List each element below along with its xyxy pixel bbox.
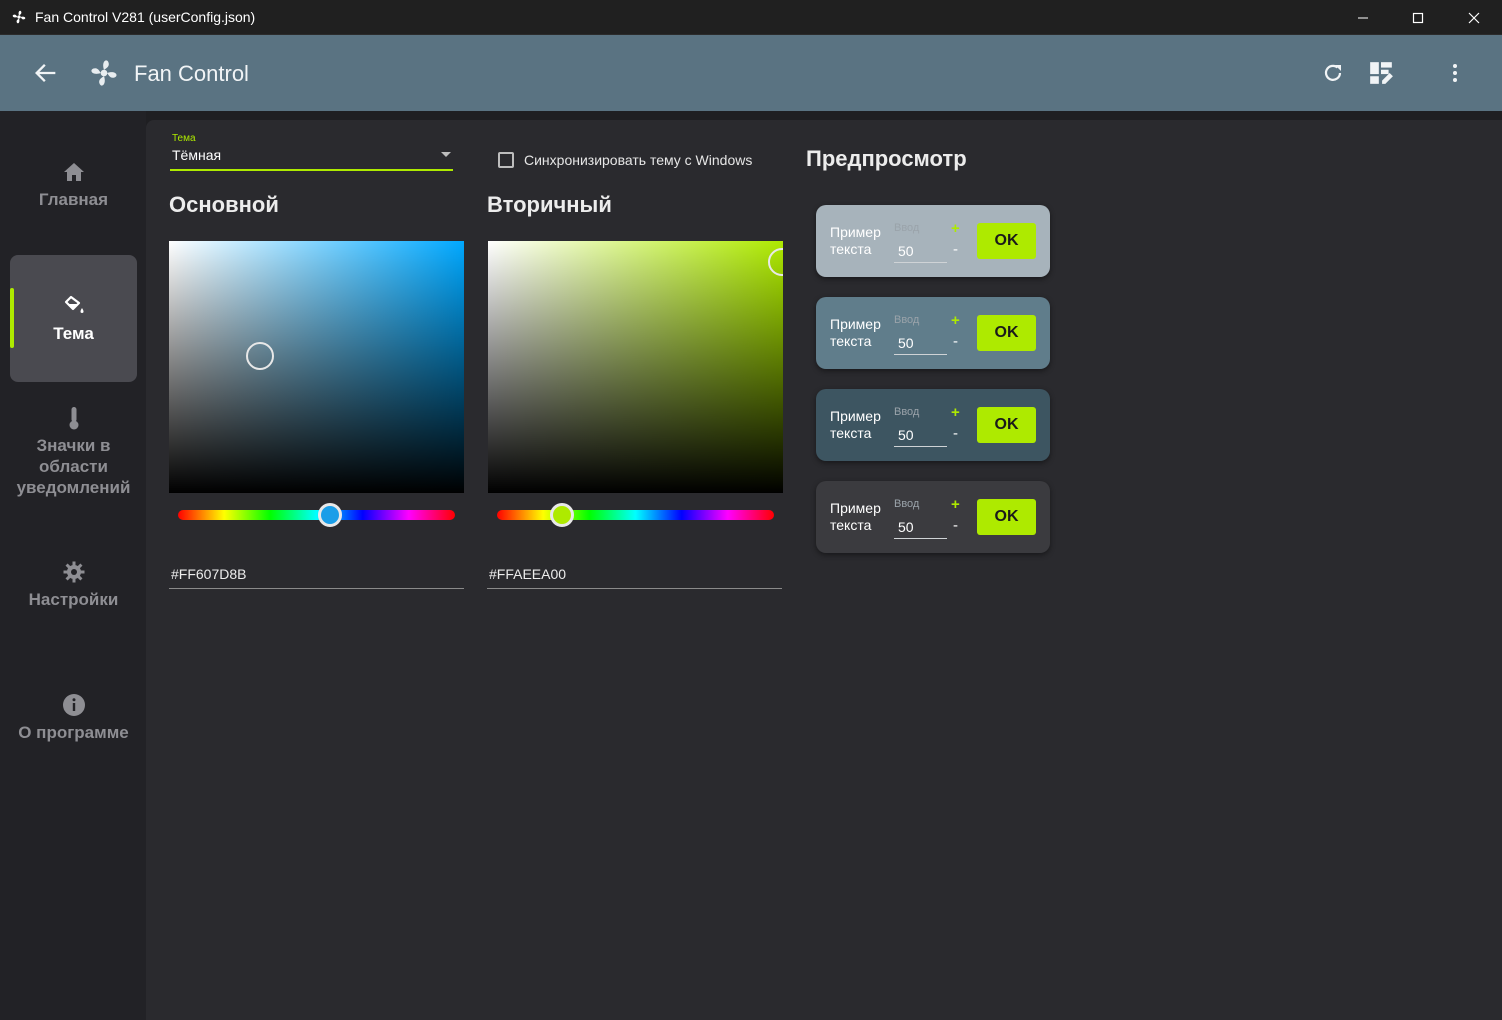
- increment-button[interactable]: +: [951, 496, 960, 513]
- primary-color-thumb[interactable]: [246, 342, 274, 370]
- preview-input-label: Ввод: [894, 406, 920, 418]
- sync-windows-theme-checkbox[interactable]: Синхронизировать тему с Windows: [498, 152, 752, 168]
- info-icon: [61, 692, 87, 718]
- sidebar-item-home[interactable]: Главная: [10, 159, 137, 219]
- primary-hue-slider[interactable]: [178, 510, 455, 520]
- edit-dashboard-button[interactable]: [1367, 59, 1395, 87]
- sidebar-item-label: Тема: [53, 324, 94, 343]
- maximize-icon: [1412, 12, 1424, 23]
- ok-button[interactable]: OK: [977, 223, 1036, 259]
- sidebar-item-label: Главная: [38, 190, 109, 209]
- close-button[interactable]: [1446, 0, 1502, 35]
- sync-windows-theme-label: Синхронизировать тему с Windows: [524, 152, 753, 168]
- preview-input[interactable]: 50: [894, 327, 947, 355]
- thermometer-icon: [61, 405, 87, 431]
- value-gradient: [169, 241, 464, 493]
- preview-input[interactable]: 50: [894, 419, 947, 447]
- minimize-icon: [1358, 17, 1368, 18]
- secondary-hue-thumb[interactable]: [550, 503, 574, 527]
- preview-input[interactable]: 50: [894, 511, 947, 539]
- sidebar: Главная Тема Значки в области уведомлени…: [0, 111, 146, 1020]
- primary-color-title: Основной: [169, 192, 279, 217]
- more-vert-icon: [1453, 64, 1457, 82]
- app-header: Fan Control: [0, 35, 1502, 111]
- preview-card: Пример текста Ввод 50 + - OK: [816, 205, 1050, 277]
- decrement-button[interactable]: -: [953, 241, 958, 258]
- window-title: Fan Control V281 (userConfig.json): [35, 9, 256, 25]
- refresh-icon: [1324, 64, 1342, 81]
- increment-button[interactable]: +: [951, 312, 960, 329]
- paint-bucket-icon: [61, 293, 87, 319]
- sidebar-item-theme[interactable]: Тема: [10, 255, 137, 382]
- decrement-button[interactable]: -: [953, 425, 958, 442]
- primary-hex-value: #FF607D8B: [171, 566, 247, 582]
- sidebar-item-label: Значки в области уведомлений: [16, 436, 131, 497]
- sidebar-item-label: О программе: [18, 723, 129, 742]
- preview-input-label: Ввод: [894, 314, 920, 326]
- ok-button[interactable]: OK: [977, 407, 1036, 443]
- sidebar-item-label: Настройки: [28, 590, 119, 609]
- secondary-hue-slider[interactable]: [497, 510, 774, 520]
- decrement-button[interactable]: -: [953, 517, 958, 534]
- sidebar-item-tray-icons[interactable]: Значки в области уведомлений: [10, 405, 137, 505]
- minimize-button[interactable]: [1335, 0, 1391, 35]
- primary-saturation-value-area[interactable]: [169, 241, 464, 493]
- preview-card: Пример текста Ввод 50 + - OK: [816, 389, 1050, 461]
- ok-button[interactable]: OK: [977, 499, 1036, 535]
- preview-sample-text: Пример текста: [830, 316, 881, 349]
- preview-input-label: Ввод: [894, 498, 920, 510]
- preview-title: Предпросмотр: [806, 146, 967, 171]
- primary-hue-thumb[interactable]: [318, 503, 342, 527]
- more-options-button[interactable]: [1441, 59, 1469, 87]
- decrement-button[interactable]: -: [953, 333, 958, 350]
- theme-dropdown-label: Тема: [172, 133, 196, 144]
- gear-icon: [61, 559, 87, 585]
- chevron-down-icon: [441, 152, 451, 157]
- preview-input[interactable]: 50: [894, 235, 947, 263]
- preview-sample-text: Пример текста: [830, 224, 881, 257]
- theme-dropdown-value: Тёмная: [172, 147, 222, 163]
- value-gradient: [488, 241, 783, 493]
- maximize-button[interactable]: [1390, 0, 1446, 35]
- preview-card: Пример текста Ввод 50 + - OK: [816, 297, 1050, 369]
- sidebar-item-about[interactable]: О программе: [10, 692, 137, 752]
- preview-card: Пример текста Ввод 50 + - OK: [816, 481, 1050, 553]
- sidebar-item-settings[interactable]: Настройки: [10, 559, 137, 619]
- secondary-hex-value: #FFAEEA00: [489, 566, 567, 582]
- refresh-button[interactable]: [1319, 59, 1347, 87]
- secondary-hex-input[interactable]: #FFAEEA00: [487, 560, 782, 589]
- ok-button[interactable]: OK: [977, 315, 1036, 351]
- fan-logo-icon: [91, 60, 117, 86]
- increment-button[interactable]: +: [951, 404, 960, 421]
- back-arrow-icon[interactable]: [32, 59, 60, 87]
- preview-sample-text: Пример текста: [830, 408, 881, 441]
- dashboard-edit-icon: [1370, 62, 1393, 84]
- app-title: Fan Control: [134, 61, 249, 86]
- theme-dropdown[interactable]: Тема Тёмная: [170, 133, 453, 171]
- home-icon: [61, 159, 87, 185]
- secondary-saturation-value-area[interactable]: [488, 241, 783, 493]
- primary-hex-input[interactable]: #FF607D8B: [169, 560, 464, 589]
- checkbox-box[interactable]: [498, 152, 514, 168]
- secondary-color-title: Вторичный: [487, 192, 612, 217]
- preview-input-label: Ввод: [894, 222, 920, 234]
- close-icon: [1468, 12, 1480, 23]
- preview-sample-text: Пример текста: [830, 500, 881, 533]
- fan-app-icon: [12, 10, 26, 24]
- window-titlebar: Fan Control V281 (userConfig.json): [0, 0, 1502, 35]
- increment-button[interactable]: +: [951, 220, 960, 237]
